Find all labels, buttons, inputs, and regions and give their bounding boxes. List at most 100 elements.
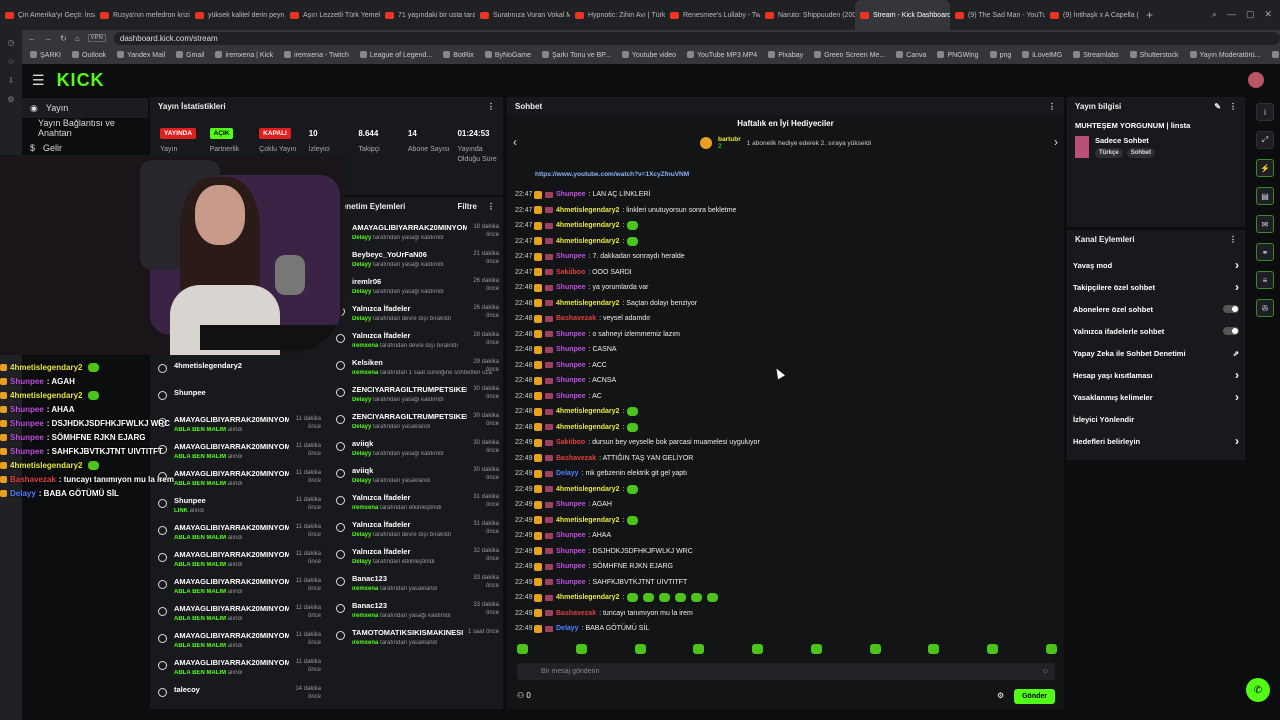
browser-tab[interactable]: (9) İntihaşk x A Capella ( xyxy=(1045,0,1140,30)
toggle-switch[interactable] xyxy=(1223,327,1239,335)
quick-emote-icon[interactable] xyxy=(1045,644,1057,654)
next-arrow-icon[interactable]: › xyxy=(1054,135,1058,149)
chat-username[interactable]: Bashavezak xyxy=(556,455,596,462)
chat-username[interactable]: 4hmetislegendary2 xyxy=(556,408,619,415)
browser-tab[interactable]: Stream - Kick Dashboard xyxy=(855,0,950,30)
user-avatar[interactable] xyxy=(1248,72,1264,88)
mod-action-item[interactable]: AMAYAGLIBIYARRAK20MINYOM ABLA BEN MALIM a… xyxy=(150,573,325,600)
chat-username[interactable]: Shunpee xyxy=(556,563,586,570)
chat-message-row[interactable]: 22:48 Shunpee: ACNSA xyxy=(515,373,1055,389)
forward-icon[interactable]: → xyxy=(44,34,52,43)
chat-username[interactable]: Shunpee xyxy=(556,331,586,338)
chat-username[interactable]: Bashavezak xyxy=(556,610,596,617)
mod-action-item[interactable]: 4hmetislegendary2 xyxy=(150,357,325,384)
chat-username[interactable]: Bashavezak xyxy=(556,315,596,322)
mod-action-item[interactable]: AMAYAGLIBIYARRAK20MINYOM ABLA BEN MALIM a… xyxy=(150,627,325,654)
quick-emote-icon[interactable] xyxy=(575,644,587,654)
list-icon[interactable]: ≡ xyxy=(1256,271,1274,289)
info-icon[interactable]: i xyxy=(1256,103,1274,121)
chat-username[interactable]: Delayy xyxy=(556,625,579,632)
new-tab-icon[interactable]: + xyxy=(1146,8,1153,22)
chat-message-row[interactable]: 22:48 Shunpee: ACC xyxy=(515,358,1055,374)
bookmark-item[interactable]: xena (u/iremxena)... xyxy=(1272,51,1280,59)
mod-action-item[interactable]: AMAYAGLIBIYARRAK20MINYOM Delayy tarafında… xyxy=(328,219,503,246)
mod-action-item[interactable]: aviiqk Delayy tarafından yasağı kaldırıld… xyxy=(328,435,503,462)
browser-tab[interactable]: Hypnotic: Zihin Avı | Türkç xyxy=(570,0,665,30)
maximize-icon[interactable]: ▢ xyxy=(1246,9,1255,20)
minimize-icon[interactable]: — xyxy=(1227,9,1236,20)
mod-action-item[interactable]: aviiqk Delayy tarafından yasaklandı 30 dak… xyxy=(328,462,503,489)
mod-action-item[interactable]: AMAYAGLIBIYARRAK20MINYOM ABLA BEN MALIM a… xyxy=(150,546,325,573)
chat-message-row[interactable]: 22:48 Shunpee: AC xyxy=(515,389,1055,405)
nav-item-stream-key[interactable]: Yayın Bağlantısı ve Anahtarı xyxy=(22,118,148,138)
quick-emote-icon[interactable] xyxy=(928,644,940,654)
chat-username[interactable]: Shunpee xyxy=(556,548,586,555)
chat-message-row[interactable]: 22:49 4hmetislegendary2: xyxy=(515,482,1055,498)
more-icon[interactable]: ⋮ xyxy=(487,102,495,111)
chat-message-row[interactable]: 22:49 Shunpee: AGAH xyxy=(515,497,1055,513)
chat-username[interactable]: 4hmetislegendary2 xyxy=(556,300,619,307)
reload-icon[interactable]: ↻ xyxy=(60,34,67,43)
chat-message-row[interactable]: 22:49 Shunpee: DSJHDKJSDFHKJFWLKJ WRC xyxy=(515,544,1055,560)
back-icon[interactable]: ← xyxy=(28,34,36,43)
settings-icon[interactable]: ⚙ xyxy=(997,691,1004,700)
more-icon[interactable]: ⋮ xyxy=(487,202,495,211)
channel-action-item[interactable]: Abonelere özel sohbet xyxy=(1067,298,1245,320)
mod-action-item[interactable]: AMAYAGLIBIYARRAK20MINYOM ABLA BEN MALIM a… xyxy=(150,519,325,546)
bookmark-item[interactable]: ByNoGame xyxy=(485,51,531,59)
mod-action-item[interactable]: AMAYAGLIBIYARRAK20MINYOM ABLA BEN MALIM a… xyxy=(150,654,325,681)
chat-message-row[interactable]: 22:48 Shunpee: ya yorumlarda var xyxy=(515,280,1055,296)
chat-username[interactable]: 4hmetislegendary2 xyxy=(556,424,619,431)
chat-message-row[interactable]: 22:49 Shunpee: AHAA xyxy=(515,528,1055,544)
browser-tab[interactable]: yüksek kalitel derin peyn xyxy=(190,0,285,30)
bookmark-item[interactable]: iLoveIMG xyxy=(1022,51,1062,59)
chat-message-row[interactable]: 22:49 Shunpee: SAHFKJBVTKJTNT UIVTITFT xyxy=(515,575,1055,591)
browser-tab[interactable]: 71 yaşındaki bir usta taraf xyxy=(380,0,475,30)
chat-message-row[interactable]: 22:47 4hmetislegendary2: xyxy=(515,234,1055,250)
chat-username[interactable]: Shunpee xyxy=(556,501,586,508)
bookmark-item[interactable]: iremxena - Twitch xyxy=(284,51,349,59)
chat-message-row[interactable]: 22:47 Shunpee: 7. dakkadan sonraydı heral… xyxy=(515,249,1055,265)
bookmark-item[interactable]: PNGWing xyxy=(937,51,978,59)
chat-username[interactable]: Shunpee xyxy=(556,532,586,539)
bookmark-item[interactable]: Green Screen Me... xyxy=(814,51,885,59)
more-icon[interactable]: ⋮ xyxy=(1229,102,1237,111)
chat-message-row[interactable]: 22:47 4hmetislegendary2: xyxy=(515,218,1055,234)
mod-action-item[interactable]: Shunpee xyxy=(150,384,325,411)
chat-username[interactable]: Shunpee xyxy=(556,346,586,353)
mod-action-item[interactable]: Kelsiken iremxena tarafından 1 saat sürel… xyxy=(328,354,503,381)
bolt-icon[interactable]: ⚡ xyxy=(1256,159,1274,177)
chat-message-row[interactable]: 22:49 Sakiiboo: dursun bey veyselle bok p… xyxy=(515,435,1055,451)
home-icon[interactable]: ⌂ xyxy=(75,34,80,43)
close-icon[interactable]: ✕ xyxy=(1264,9,1272,20)
mod-action-item[interactable]: AMAYAGLIBIYARRAK20MINYOM ABLA BEN MALIM a… xyxy=(150,411,325,438)
chat-username[interactable]: Shunpee xyxy=(556,284,586,291)
nav-item-stream[interactable]: ◉ Yayın xyxy=(22,98,148,118)
more-icon[interactable]: ⋮ xyxy=(1048,102,1056,111)
quick-emote-icon[interactable] xyxy=(634,644,646,654)
downloads-icon[interactable]: ⇩ xyxy=(8,76,15,85)
chat-icon[interactable]: ✉ xyxy=(1256,215,1274,233)
quick-emote-icon[interactable] xyxy=(752,644,764,654)
chat-username[interactable]: 4hmetislegendary2 xyxy=(556,222,619,229)
browser-tab[interactable]: Rusya'nın mefedron krizi xyxy=(95,0,190,30)
chat-username[interactable]: Shunpee xyxy=(556,393,586,400)
quick-emote-icon[interactable] xyxy=(810,644,822,654)
mod-action-item[interactable]: talecoy 14 dakika önce xyxy=(150,681,325,708)
extension-icon[interactable]: ⚙ xyxy=(7,95,14,104)
mod-action-item[interactable]: Yalnızca İfadeler iremxena tarafından dev… xyxy=(328,327,503,354)
mod-action-item[interactable]: AMAYAGLIBIYARRAK20MINYOM ABLA BEN MALIM a… xyxy=(150,438,325,465)
gifter-name[interactable]: bartubr xyxy=(718,136,741,143)
chat-message-row[interactable]: 22:48 Shunpee: CASNA xyxy=(515,342,1055,358)
chat-message-row[interactable]: 22:49 Shunpee: SÖMHFNE RJKN EJARG xyxy=(515,559,1055,575)
chat-message-row[interactable]: 22:49 Bashavezak: tuncayı tanımıyon mu la… xyxy=(515,606,1055,622)
browser-tab[interactable]: Çin Amerika'yı Geçti: İnsan xyxy=(0,0,95,30)
bookmark-item[interactable]: Streamlabs xyxy=(1073,51,1118,59)
mod-action-item[interactable]: iremlr06 Delayy tarafından yasağı kaldırı… xyxy=(328,273,503,300)
chat-message-row[interactable]: 22:49 4hmetislegendary2: xyxy=(515,590,1055,606)
mod-action-item[interactable]: Banac123 iremxena tarafından yasağı kaldı… xyxy=(328,597,503,624)
chat-username[interactable]: 4hmetislegendary2 xyxy=(556,517,619,524)
browser-tab[interactable]: Aşırı Lezzetli Türk Yemek xyxy=(285,0,380,30)
chat-username[interactable]: 4hmetislegendary2 xyxy=(556,238,619,245)
send-button[interactable]: Gönder xyxy=(1014,688,1055,704)
